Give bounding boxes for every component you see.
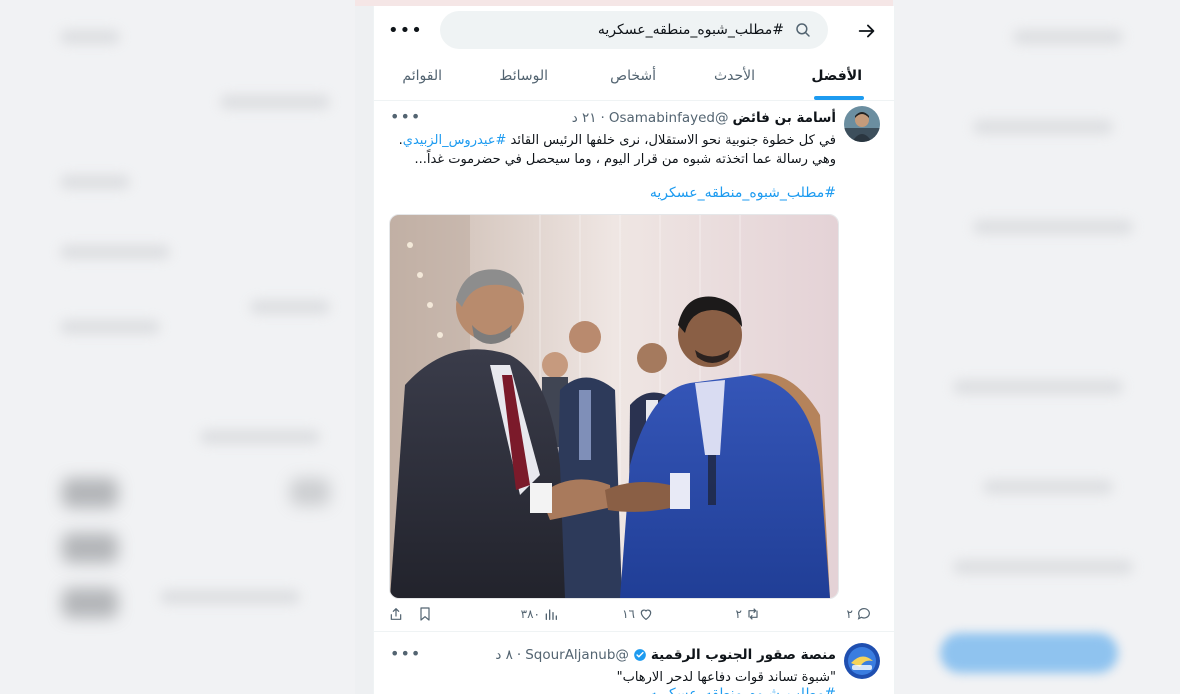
share-button[interactable] (388, 606, 404, 622)
tweet-actions: ٢ ٢ ١٦ ٣٨٠ (374, 606, 894, 628)
bookmark-button[interactable] (417, 606, 433, 622)
bookmark-icon (420, 607, 430, 621)
separator-dot: · (600, 110, 605, 126)
avatar[interactable] (844, 643, 880, 679)
handle[interactable]: @Osamabinfayed (609, 110, 729, 126)
tweet-text-line: وهي رسالة عما اتخذته شبوه من قرار اليوم … (414, 152, 836, 167)
back-arrow-icon[interactable] (856, 20, 878, 42)
right-sidebar-blurred (893, 0, 1180, 694)
verified-badge-icon (633, 648, 647, 662)
left-sidebar-blurred (0, 0, 355, 694)
tab-media[interactable]: الوسائط (499, 68, 548, 84)
hashtag-link[interactable]: #مطلب_شبوه_منطقه_عسكريه (650, 185, 836, 201)
search-header: #مطلب_شبوه_منطقه_عسكريه ••• (374, 6, 894, 56)
tab-top[interactable]: الأفضل (811, 68, 862, 84)
hashtag-link[interactable]: #مطلب_شبوه_منطقه_عسكريه (650, 686, 836, 694)
display-name[interactable]: منصة صقور الجنوب الرقمية (651, 647, 836, 663)
like-icon (640, 609, 652, 621)
views-icon (545, 609, 557, 620)
search-tabs: الأفضل الأحدث أشخاص الوسائط القوائم (374, 56, 894, 101)
more-icon[interactable]: ••• (388, 20, 423, 41)
timestamp[interactable]: ٨ د (495, 647, 513, 663)
share-icon (390, 608, 402, 620)
tweet-text: "شبوة تساند قوات دفاعها لدحر الارهاب" (616, 670, 836, 685)
tab-people[interactable]: أشخاص (610, 68, 656, 84)
tweet-header: أسامة بن فائض @Osamabinfayed · ٢١ د (572, 110, 836, 126)
tab-lists[interactable]: القوائم (402, 68, 442, 84)
tweet-1[interactable]: أسامة بن فائض @Osamabinfayed · ٢١ د ••• … (374, 101, 894, 631)
more-icon[interactable]: ••• (390, 644, 421, 663)
tweet-text-part: في كل خطوة جنوبية نحو الاستقلال، نرى خلف… (506, 133, 836, 148)
tweet-2[interactable]: منصة صقور الجنوب الرقمية @SqourAljanub ·… (374, 632, 894, 694)
blurred-button (940, 633, 1118, 673)
timestamp[interactable]: ٢١ د (572, 110, 597, 126)
search-icon (794, 21, 812, 39)
search-results-column: #مطلب_شبوه_منطقه_عسكريه ••• الأفضل الأحد… (373, 6, 895, 694)
handle[interactable]: @SqourAljanub (525, 647, 629, 663)
views-button[interactable]: ٣٨٠ (521, 606, 559, 622)
separator-dot: · (516, 647, 522, 663)
tweet-header: منصة صقور الجنوب الرقمية @SqourAljanub ·… (495, 647, 836, 663)
like-button[interactable]: ١٦ (622, 606, 654, 622)
tweet-photo[interactable] (389, 214, 839, 599)
retweet-icon (748, 608, 758, 620)
search-input[interactable]: #مطلب_شبوه_منطقه_عسكريه (440, 11, 828, 49)
more-icon[interactable]: ••• (390, 107, 421, 126)
avatar[interactable] (844, 106, 880, 142)
reply-button[interactable]: ٢ (847, 606, 872, 622)
search-query[interactable]: #مطلب_شبوه_منطقه_عسكريه (598, 22, 784, 38)
reply-count: ٢ (846, 607, 853, 621)
display-name[interactable]: أسامة بن فائض (732, 110, 836, 126)
views-count: ٣٨٠ (520, 607, 540, 621)
tab-latest[interactable]: الأحدث (714, 68, 755, 84)
like-count: ١٦ (622, 607, 635, 621)
tweet-text: في كل خطوة جنوبية نحو الاستقلال، نرى خلف… (376, 131, 836, 169)
retweet-count: ٢ (735, 607, 742, 621)
retweet-button[interactable]: ٢ (736, 606, 761, 622)
reply-icon (857, 608, 870, 620)
hashtag-link[interactable]: #عيدروس_الزبيدي (403, 133, 507, 148)
active-tab-indicator (814, 96, 864, 100)
